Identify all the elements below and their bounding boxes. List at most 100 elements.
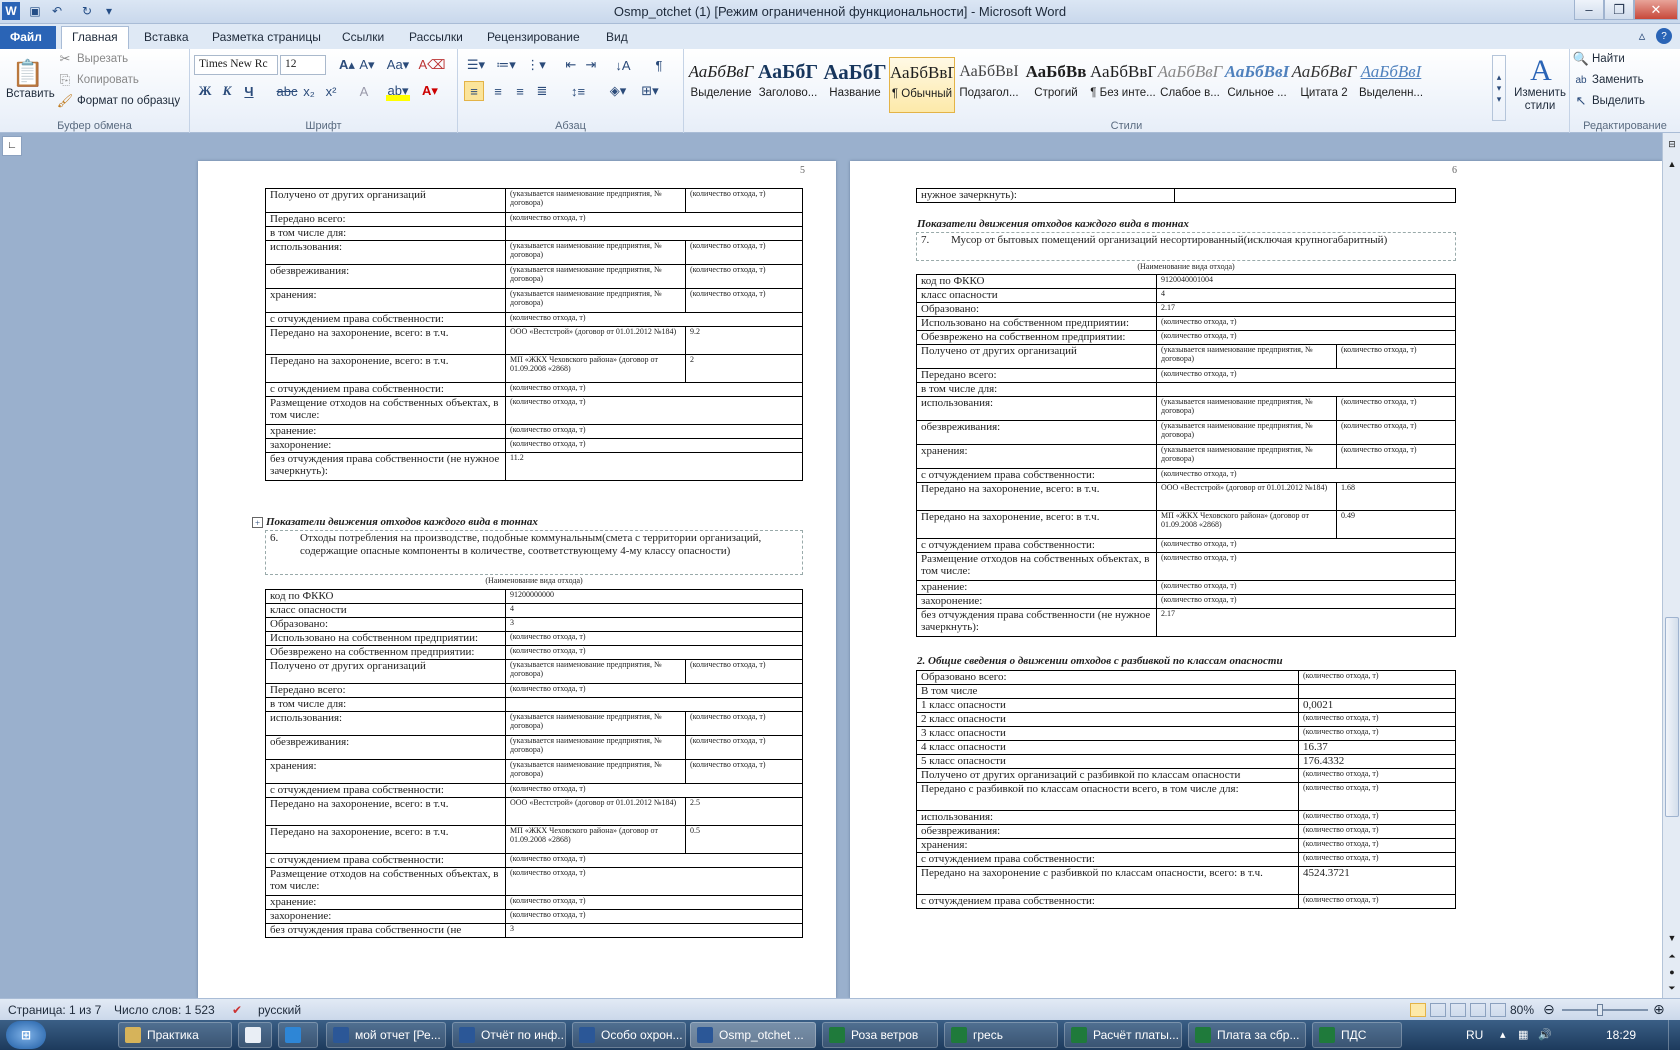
minimize-button[interactable]: –	[1574, 0, 1604, 20]
style-item-8[interactable]: АаБбВвІ Сильное ...	[1224, 57, 1290, 113]
tab-insert[interactable]: Вставка	[134, 27, 199, 49]
align-center-icon[interactable]: ≡	[488, 81, 508, 101]
web-layout-icon[interactable]	[1450, 1003, 1466, 1017]
close-button[interactable]: ✕	[1634, 0, 1678, 20]
tab-view[interactable]: Вид	[596, 27, 638, 49]
tab-review[interactable]: Рецензирование	[477, 27, 590, 49]
full-screen-reading-icon[interactable]	[1430, 1003, 1446, 1017]
change-styles-button[interactable]: Изменить стили	[1507, 87, 1573, 113]
word-count-status[interactable]: Число слов: 1 523	[114, 1003, 215, 1017]
help-icon[interactable]: ?	[1656, 28, 1672, 44]
ruler-view-icon[interactable]: ⊟	[1665, 139, 1679, 153]
strikethrough-icon[interactable]: abc	[276, 81, 298, 101]
style-item-3[interactable]: АаБбВвГ ¶ Обычный	[889, 57, 955, 113]
table-move-handle-icon[interactable]: +	[252, 517, 263, 528]
zoom-level[interactable]: 80%	[1510, 1003, 1534, 1017]
tab-file[interactable]: Файл	[0, 26, 56, 49]
clock[interactable]: 18:29	[1606, 1028, 1636, 1042]
taskbar-item-0[interactable]: Практика	[118, 1022, 232, 1048]
styles-scroll-icon[interactable]: ▴ ▾ ▾	[1492, 55, 1506, 121]
shrink-font-icon[interactable]: A▾	[358, 55, 376, 75]
find-icon[interactable]: 🔍	[1573, 51, 1589, 66]
taskbar-item-2[interactable]	[278, 1022, 318, 1048]
borders-icon[interactable]: ⊞▾	[638, 81, 662, 101]
scroll-down-icon[interactable]: ▼	[1665, 933, 1679, 947]
outline-icon[interactable]	[1470, 1003, 1486, 1017]
font-name-combo[interactable]: Times New Rc	[194, 55, 278, 75]
scroll-thumb[interactable]	[1665, 617, 1679, 817]
show-desktop-button[interactable]	[1668, 1020, 1680, 1050]
copy-button[interactable]: Копировать	[77, 74, 139, 86]
font-color-icon[interactable]: A▾	[418, 81, 442, 101]
style-item-0[interactable]: АаБбВвГ Выделение	[688, 57, 754, 113]
prev-page-icon[interactable]: ⏶	[1665, 951, 1679, 965]
style-item-6[interactable]: АаБбВвГ ¶ Без инте...	[1090, 57, 1156, 113]
sort-icon[interactable]: ↓A	[614, 55, 632, 75]
numbering-icon[interactable]: ≔▾	[494, 55, 518, 75]
style-item-2[interactable]: АаБбГ Название	[822, 57, 888, 113]
cut-button[interactable]: Вырезать	[77, 53, 128, 65]
tab-mailings[interactable]: Рассылки	[399, 27, 473, 49]
underline-icon[interactable]: Ч	[240, 81, 258, 101]
tab-page-layout[interactable]: Разметка страницы	[202, 27, 331, 49]
zoom-slider-handle[interactable]	[1597, 1004, 1603, 1016]
style-item-9[interactable]: АаБбВвГ Цитата 2	[1291, 57, 1357, 113]
justify-icon[interactable]: ≣	[532, 81, 552, 101]
select-button[interactable]: Выделить	[1592, 95, 1645, 107]
highlight-icon[interactable]: ab▾	[386, 81, 410, 101]
paste-icon[interactable]: 📋	[10, 53, 46, 93]
grow-font-icon[interactable]: A▴	[338, 55, 356, 75]
style-item-10[interactable]: АаБбВвІ Выделенн...	[1358, 57, 1424, 113]
style-item-7[interactable]: АаБбВвГ Слабое в...	[1157, 57, 1223, 113]
clear-formatting-icon[interactable]: A⌫	[418, 55, 445, 75]
language-status[interactable]: русский	[258, 1003, 301, 1017]
taskbar-item-6[interactable]: Osmp_otchet ...	[690, 1022, 816, 1048]
replace-button[interactable]: Заменить	[1592, 74, 1644, 86]
draft-icon[interactable]	[1490, 1003, 1506, 1017]
format-painter-button[interactable]: Формат по образцу	[77, 95, 180, 107]
browse-object-icon[interactable]: ●	[1665, 967, 1679, 981]
select-icon[interactable]: ↖	[1574, 93, 1588, 108]
volume-icon[interactable]: 🔊	[1538, 1028, 1552, 1041]
spellcheck-icon[interactable]: ✔	[232, 1003, 242, 1017]
style-item-4[interactable]: АаБбВвІ Подзагол...	[956, 57, 1022, 113]
replace-icon[interactable]: ab	[1574, 73, 1588, 87]
tab-home[interactable]: Главная	[61, 26, 129, 49]
find-button[interactable]: Найти	[1592, 53, 1625, 65]
page-count-status[interactable]: Страница: 1 из 7	[8, 1003, 101, 1017]
taskbar-item-3[interactable]: мой отчет [Ре...	[326, 1022, 446, 1048]
copy-icon[interactable]: ⎘	[58, 72, 72, 87]
ruler-toggle-button[interactable]: ∟	[2, 136, 22, 156]
multilevel-list-icon[interactable]: ⋮▾	[524, 55, 548, 75]
start-button[interactable]: ⊞	[6, 1021, 46, 1049]
shading-icon[interactable]: ◈▾	[606, 81, 630, 101]
text-effects-icon[interactable]: A	[354, 81, 374, 101]
align-left-icon[interactable]: ≡	[464, 81, 484, 101]
network-icon[interactable]: ▦	[1518, 1028, 1528, 1041]
taskbar-item-1[interactable]	[238, 1022, 272, 1048]
taskbar-item-11[interactable]: ПДС	[1312, 1022, 1402, 1048]
next-page-icon[interactable]: ⏷	[1665, 983, 1679, 997]
input-language-indicator[interactable]: RU	[1466, 1028, 1483, 1042]
subscript-icon[interactable]: x₂	[300, 81, 318, 101]
page-6[interactable]: 6 нужное зачеркнуть): Показатели движени…	[850, 161, 1662, 998]
style-item-5[interactable]: АаБбВв Строгий	[1023, 57, 1089, 113]
line-spacing-icon[interactable]: ↕≡	[566, 81, 590, 101]
taskbar-item-8[interactable]: гресь	[944, 1022, 1058, 1048]
format-painter-icon[interactable]: 🖌	[57, 93, 74, 108]
print-layout-icon[interactable]	[1410, 1003, 1426, 1017]
vertical-scrollbar[interactable]: ⊟ ▲ ▼ ⏶ ● ⏷	[1662, 133, 1680, 998]
ribbon-minimize-icon[interactable]: ▵	[1634, 28, 1650, 44]
change-styles-icon[interactable]: A	[1520, 51, 1562, 91]
zoom-in-icon[interactable]: ⊕	[1653, 1001, 1665, 1018]
taskbar-item-5[interactable]: Особо охрон...	[572, 1022, 686, 1048]
bullets-icon[interactable]: ☰▾	[464, 55, 488, 75]
zoom-slider[interactable]	[1562, 1009, 1648, 1011]
align-right-icon[interactable]: ≡	[510, 81, 530, 101]
cut-icon[interactable]: ✂	[58, 51, 72, 66]
decrease-indent-icon[interactable]: ⇤	[562, 55, 580, 75]
bold-icon[interactable]: Ж	[196, 81, 214, 101]
taskbar-item-4[interactable]: Отчёт по инф...	[452, 1022, 566, 1048]
show-marks-icon[interactable]: ¶	[650, 55, 668, 75]
taskbar-item-9[interactable]: Расчёт платы...	[1064, 1022, 1182, 1048]
